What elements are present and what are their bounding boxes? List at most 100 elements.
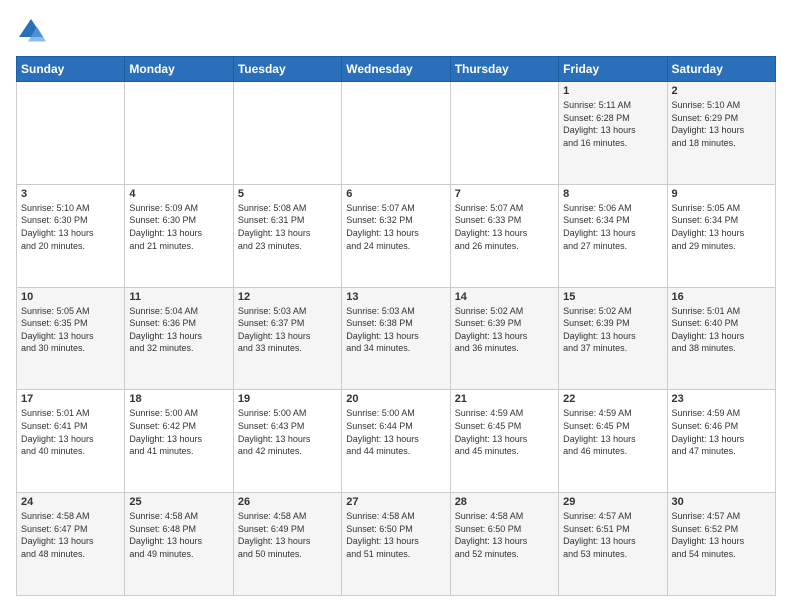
cell-content: Sunrise: 5:01 AM Sunset: 6:40 PM Dayligh… <box>672 305 771 355</box>
cell-content: Sunrise: 5:08 AM Sunset: 6:31 PM Dayligh… <box>238 202 337 252</box>
calendar-cell: 11 Sunrise: 5:04 AM Sunset: 6:36 PM Dayli… <box>125 287 233 390</box>
calendar-cell: 8 Sunrise: 5:06 AM Sunset: 6:34 PM Daylig… <box>559 184 667 287</box>
cell-content: Sunrise: 4:59 AM Sunset: 6:45 PM Dayligh… <box>455 407 554 457</box>
day-number: 9 <box>672 188 771 200</box>
cell-content: Sunrise: 4:57 AM Sunset: 6:51 PM Dayligh… <box>563 510 662 560</box>
day-number: 25 <box>129 496 228 508</box>
calendar-cell: 14 Sunrise: 5:02 AM Sunset: 6:39 PM Dayli… <box>450 287 558 390</box>
cell-content: Sunrise: 5:07 AM Sunset: 6:33 PM Dayligh… <box>455 202 554 252</box>
calendar-cell: 26 Sunrise: 4:58 AM Sunset: 6:49 PM Dayli… <box>233 493 341 596</box>
day-number: 6 <box>346 188 445 200</box>
calendar-cell: 20 Sunrise: 5:00 AM Sunset: 6:44 PM Dayli… <box>342 390 450 493</box>
cell-content: Sunrise: 4:59 AM Sunset: 6:46 PM Dayligh… <box>672 407 771 457</box>
column-header-thursday: Thursday <box>450 57 558 82</box>
day-number: 8 <box>563 188 662 200</box>
day-number: 20 <box>346 393 445 405</box>
day-number: 4 <box>129 188 228 200</box>
day-number: 1 <box>563 85 662 97</box>
column-header-sunday: Sunday <box>17 57 125 82</box>
day-number: 29 <box>563 496 662 508</box>
day-number: 24 <box>21 496 120 508</box>
calendar-table: SundayMondayTuesdayWednesdayThursdayFrid… <box>16 56 776 596</box>
cell-content: Sunrise: 4:58 AM Sunset: 6:50 PM Dayligh… <box>346 510 445 560</box>
day-number: 21 <box>455 393 554 405</box>
calendar-week-3: 10Sunrise: 5:05 AM Sunset: 6:35 PM Dayli… <box>17 287 776 390</box>
cell-content: Sunrise: 5:02 AM Sunset: 6:39 PM Dayligh… <box>455 305 554 355</box>
calendar-cell: 16Sunrise: 5:01 AM Sunset: 6:40 PM Dayli… <box>667 287 775 390</box>
header <box>16 16 776 46</box>
calendar-cell: 3 Sunrise: 5:10 AM Sunset: 6:30 PM Daylig… <box>17 184 125 287</box>
cell-content: Sunrise: 4:58 AM Sunset: 6:50 PM Dayligh… <box>455 510 554 560</box>
cell-content: Sunrise: 5:01 AM Sunset: 6:41 PM Dayligh… <box>21 407 120 457</box>
calendar-week-5: 24 Sunrise: 4:58 AM Sunset: 6:47 PM Dayli… <box>17 493 776 596</box>
calendar-cell: 24 Sunrise: 4:58 AM Sunset: 6:47 PM Dayli… <box>17 493 125 596</box>
day-number: 28 <box>455 496 554 508</box>
calendar-cell: 7 Sunrise: 5:07 AM Sunset: 6:33 PM Daylig… <box>450 184 558 287</box>
calendar-cell <box>17 82 125 185</box>
cell-content: Sunrise: 5:09 AM Sunset: 6:30 PM Dayligh… <box>129 202 228 252</box>
calendar-week-4: 17 Sunrise: 5:01 AM Sunset: 6:41 PM Dayli… <box>17 390 776 493</box>
page: SundayMondayTuesdayWednesdayThursdayFrid… <box>0 0 792 612</box>
day-number: 12 <box>238 291 337 303</box>
calendar-cell: 9 Sunrise: 5:05 AM Sunset: 6:34 PM Daylig… <box>667 184 775 287</box>
day-number: 30 <box>672 496 771 508</box>
column-header-friday: Friday <box>559 57 667 82</box>
day-number: 19 <box>238 393 337 405</box>
cell-content: Sunrise: 4:58 AM Sunset: 6:48 PM Dayligh… <box>129 510 228 560</box>
calendar-cell: 5Sunrise: 5:08 AM Sunset: 6:31 PM Daylig… <box>233 184 341 287</box>
day-number: 11 <box>129 291 228 303</box>
cell-content: Sunrise: 5:04 AM Sunset: 6:36 PM Dayligh… <box>129 305 228 355</box>
cell-content: Sunrise: 5:03 AM Sunset: 6:37 PM Dayligh… <box>238 305 337 355</box>
day-number: 15 <box>563 291 662 303</box>
day-number: 26 <box>238 496 337 508</box>
logo-icon <box>16 16 46 46</box>
calendar-cell: 1 Sunrise: 5:11 AM Sunset: 6:28 PM Daylig… <box>559 82 667 185</box>
calendar-cell: 23 Sunrise: 4:59 AM Sunset: 6:46 PM Dayli… <box>667 390 775 493</box>
cell-content: Sunrise: 5:00 AM Sunset: 6:44 PM Dayligh… <box>346 407 445 457</box>
calendar-cell: 15 Sunrise: 5:02 AM Sunset: 6:39 PM Dayli… <box>559 287 667 390</box>
day-number: 18 <box>129 393 228 405</box>
column-header-monday: Monday <box>125 57 233 82</box>
calendar-cell: 10Sunrise: 5:05 AM Sunset: 6:35 PM Dayli… <box>17 287 125 390</box>
day-number: 2 <box>672 85 771 97</box>
cell-content: Sunrise: 5:11 AM Sunset: 6:28 PM Dayligh… <box>563 99 662 149</box>
calendar-cell <box>450 82 558 185</box>
cell-content: Sunrise: 5:06 AM Sunset: 6:34 PM Dayligh… <box>563 202 662 252</box>
cell-content: Sunrise: 4:59 AM Sunset: 6:45 PM Dayligh… <box>563 407 662 457</box>
calendar-cell: 18Sunrise: 5:00 AM Sunset: 6:42 PM Dayli… <box>125 390 233 493</box>
calendar-cell: 17 Sunrise: 5:01 AM Sunset: 6:41 PM Dayli… <box>17 390 125 493</box>
day-number: 3 <box>21 188 120 200</box>
calendar-cell: 12 Sunrise: 5:03 AM Sunset: 6:37 PM Dayli… <box>233 287 341 390</box>
calendar-cell: 19 Sunrise: 5:00 AM Sunset: 6:43 PM Dayli… <box>233 390 341 493</box>
cell-content: Sunrise: 5:00 AM Sunset: 6:43 PM Dayligh… <box>238 407 337 457</box>
calendar-cell: 4 Sunrise: 5:09 AM Sunset: 6:30 PM Daylig… <box>125 184 233 287</box>
cell-content: Sunrise: 5:02 AM Sunset: 6:39 PM Dayligh… <box>563 305 662 355</box>
calendar-cell <box>342 82 450 185</box>
column-header-tuesday: Tuesday <box>233 57 341 82</box>
day-number: 13 <box>346 291 445 303</box>
calendar-cell: 6Sunrise: 5:07 AM Sunset: 6:32 PM Daylig… <box>342 184 450 287</box>
calendar-cell: 25 Sunrise: 4:58 AM Sunset: 6:48 PM Dayli… <box>125 493 233 596</box>
cell-content: Sunrise: 4:58 AM Sunset: 6:49 PM Dayligh… <box>238 510 337 560</box>
day-number: 14 <box>455 291 554 303</box>
calendar-cell: 28 Sunrise: 4:58 AM Sunset: 6:50 PM Dayli… <box>450 493 558 596</box>
day-number: 7 <box>455 188 554 200</box>
calendar-week-1: 1 Sunrise: 5:11 AM Sunset: 6:28 PM Daylig… <box>17 82 776 185</box>
day-number: 23 <box>672 393 771 405</box>
calendar-cell <box>233 82 341 185</box>
cell-content: Sunrise: 5:10 AM Sunset: 6:30 PM Dayligh… <box>21 202 120 252</box>
calendar-cell <box>125 82 233 185</box>
calendar-cell: 29 Sunrise: 4:57 AM Sunset: 6:51 PM Dayli… <box>559 493 667 596</box>
cell-content: Sunrise: 5:05 AM Sunset: 6:35 PM Dayligh… <box>21 305 120 355</box>
day-number: 22 <box>563 393 662 405</box>
cell-content: Sunrise: 5:03 AM Sunset: 6:38 PM Dayligh… <box>346 305 445 355</box>
cell-content: Sunrise: 4:57 AM Sunset: 6:52 PM Dayligh… <box>672 510 771 560</box>
day-number: 17 <box>21 393 120 405</box>
cell-content: Sunrise: 5:05 AM Sunset: 6:34 PM Dayligh… <box>672 202 771 252</box>
calendar-cell: 30 Sunrise: 4:57 AM Sunset: 6:52 PM Dayli… <box>667 493 775 596</box>
calendar-cell: 21 Sunrise: 4:59 AM Sunset: 6:45 PM Dayli… <box>450 390 558 493</box>
column-header-saturday: Saturday <box>667 57 775 82</box>
calendar-cell: 22 Sunrise: 4:59 AM Sunset: 6:45 PM Dayli… <box>559 390 667 493</box>
cell-content: Sunrise: 4:58 AM Sunset: 6:47 PM Dayligh… <box>21 510 120 560</box>
day-number: 27 <box>346 496 445 508</box>
